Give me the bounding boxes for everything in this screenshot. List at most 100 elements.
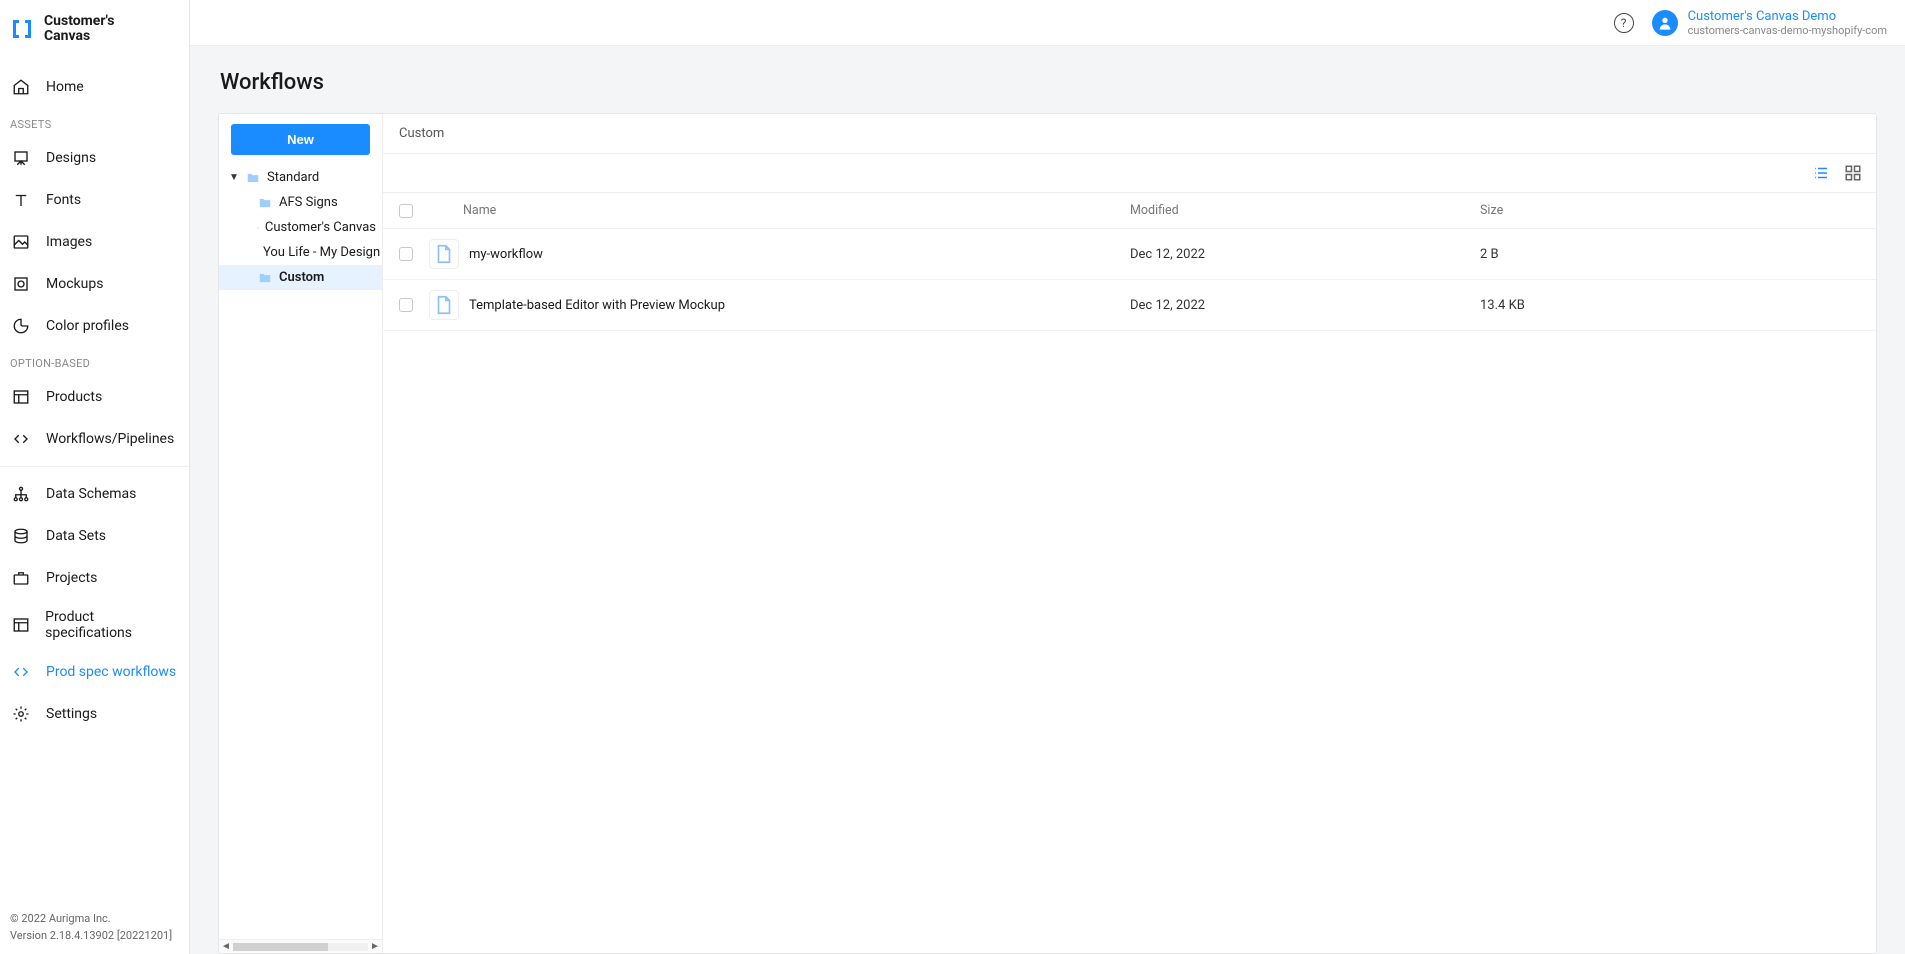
avatar-icon [1652,10,1678,36]
new-button[interactable]: New [231,124,370,155]
nav-color-profiles-label: Color profiles [46,318,129,334]
brand-name: Customer's Canvas [44,14,114,45]
col-header-size[interactable]: Size [1480,203,1860,218]
file-name-cell: Template-based Editor with Preview Mocku… [429,290,1130,320]
nav-settings[interactable]: Settings [0,693,189,735]
tree-item[interactable]: AFS Signs [219,190,382,215]
nav-product-specifications[interactable]: Product specifications [0,599,189,651]
nav-data-schemas[interactable]: Data Schemas [0,473,189,515]
file-modified: Dec 12, 2022 [1130,298,1480,313]
palette-icon [10,315,32,337]
nav-data-sets[interactable]: Data Sets [0,515,189,557]
col-header-modified[interactable]: Modified [1130,203,1480,218]
nav-designs[interactable]: Designs [0,137,189,179]
select-all-checkbox[interactable] [399,204,413,218]
tree-item-label: AFS Signs [279,195,338,210]
nav-mockups[interactable]: Mockups [0,263,189,305]
nav-color-profiles[interactable]: Color profiles [0,305,189,347]
tree-item[interactable]: Custom [219,265,382,290]
tree-item-label: You Life - My Design [263,245,380,260]
tree-pane: New ▼Standard AFS Signs Customer's Canvas Y… [219,114,383,953]
tree-item-label: Customer's Canvas [265,220,376,235]
nav-home-label: Home [46,79,84,95]
tree-root[interactable]: ▼Standard [219,165,382,190]
nav-fonts-label: Fonts [46,192,81,208]
nav-data-schemas-label: Data Schemas [46,486,136,502]
scroll-track[interactable] [233,943,368,951]
page-title: Workflows [220,70,1877,95]
nav-section-option: OPTION-BASED [0,347,189,376]
nav-products[interactable]: Products [0,376,189,418]
nav-prod-spec-workflows-label: Prod spec workflows [46,664,176,680]
topbar: ? Customer's Canvas Demo customers-canva… [190,0,1905,46]
breadcrumb: Custom [383,114,1876,154]
nav-images-label: Images [46,234,92,250]
help-icon: ? [1621,16,1627,30]
file-icon [433,243,455,265]
nav-products-label: Products [46,389,102,405]
file-modified: Dec 12, 2022 [1130,247,1480,262]
nav-data-sets-label: Data Sets [46,528,106,544]
help-button[interactable]: ? [1614,13,1634,33]
database-icon [10,525,32,547]
scroll-thumb[interactable] [233,943,328,951]
grid-view-button[interactable] [1842,162,1864,184]
code-icon [10,428,32,450]
brand-logo-area[interactable]: Customer's Canvas [0,0,189,60]
nav-mockups-label: Mockups [46,276,103,292]
file-row[interactable]: my-workflowDec 12, 20222 B [383,229,1876,280]
files-pane: Custom Name Modified Size [383,114,1876,953]
tree-scrollbar[interactable]: ◄ ► [219,939,382,953]
panel: New ▼Standard AFS Signs Customer's Canvas Y… [218,113,1877,954]
grid-icon [1844,164,1862,182]
file-icon [433,294,455,316]
version: Version 2.18.4.13902 [20221201] [10,928,179,945]
scroll-right-icon[interactable]: ► [368,941,382,952]
folder-icon [257,196,273,210]
user-meta: Customer's Canvas Demo customers-canvas-… [1688,9,1887,37]
nav-home[interactable]: Home [0,66,189,108]
nav-section-assets: ASSETS [0,108,189,137]
row-checkbox[interactable] [399,298,413,312]
view-toolbar [383,154,1876,193]
copyright: © 2022 Aurigma Inc. [10,911,179,928]
file-row[interactable]: Template-based Editor with Preview Mocku… [383,280,1876,331]
scroll-left-icon[interactable]: ◄ [219,941,233,952]
user-name: Customer's Canvas Demo [1688,9,1887,24]
user-tenant: customers-canvas-demo-myshopify-com [1688,24,1887,37]
list-icon [1811,164,1831,182]
nav-projects[interactable]: Projects [0,557,189,599]
folder-icon [245,171,261,185]
row-checkbox[interactable] [399,247,413,261]
nav: Home ASSETS Designs Fonts Images Mockups [0,60,189,901]
home-icon [10,76,32,98]
briefcase-icon [10,567,32,589]
sidebar: Customer's Canvas Home ASSETS Designs Fo… [0,0,190,954]
file-name-cell: my-workflow [429,239,1130,269]
user-menu[interactable]: Customer's Canvas Demo customers-canvas-… [1652,9,1887,37]
folder-icon [257,271,273,285]
nav-fonts[interactable]: Fonts [0,179,189,221]
file-size: 13.4 KB [1480,298,1860,313]
schema-icon [10,483,32,505]
text-icon [10,189,32,211]
folder-tree: ▼Standard AFS Signs Customer's Canvas You L… [219,165,382,939]
file-size: 2 B [1480,247,1860,262]
file-thumb [429,290,459,320]
tree-item[interactable]: Customer's Canvas [219,215,382,240]
sidebar-footer: © 2022 Aurigma Inc. Version 2.18.4.13902… [0,901,189,954]
nav-product-specifications-label: Product specifications [45,609,179,641]
mockup-icon [10,273,32,295]
nav-projects-label: Projects [46,570,97,586]
tree-item-label: Custom [279,270,324,285]
layout-icon [10,386,32,408]
col-header-name[interactable]: Name [429,203,1130,218]
nav-workflows-pipelines-label: Workflows/Pipelines [46,431,174,447]
code-icon [10,661,32,683]
nav-settings-label: Settings [46,706,97,722]
list-view-button[interactable] [1810,162,1832,184]
tree-item[interactable]: You Life - My Design [219,240,382,265]
nav-images[interactable]: Images [0,221,189,263]
nav-prod-spec-workflows[interactable]: Prod spec workflows [0,651,189,693]
nav-workflows-pipelines[interactable]: Workflows/Pipelines [0,418,189,460]
